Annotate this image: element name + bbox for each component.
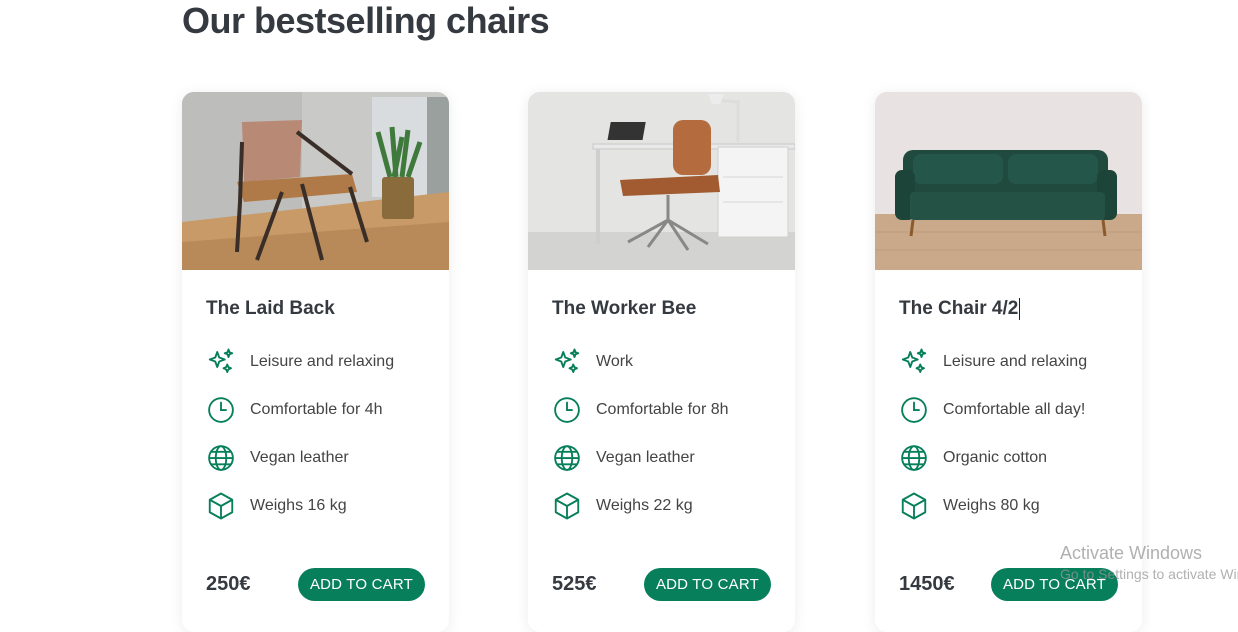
text-cursor	[1019, 298, 1021, 320]
clock-icon	[206, 395, 236, 425]
attribute-text: Organic cotton	[943, 449, 1048, 467]
attribute-text: Vegan leather	[250, 449, 349, 466]
attribute-row: Weighs 16 kg	[206, 482, 425, 530]
attribute-text: Vegan leather	[596, 449, 695, 466]
product-title: The Laid Back	[206, 298, 335, 319]
clock-icon	[552, 395, 582, 425]
attribute-row: Work	[552, 338, 771, 386]
price: 1450€	[899, 573, 955, 595]
attribute-row: Organic cotton	[899, 434, 1118, 482]
add-to-cart-button[interactable]: ADD TO CART	[297, 568, 425, 601]
product-title[interactable]: The Chair 4/2	[899, 298, 1118, 320]
clock-icon	[899, 395, 929, 425]
windows-activation-watermark: Activate Windows Go to Settings to activ…	[1060, 543, 1238, 582]
cube-icon	[552, 491, 582, 521]
price-row: 250€ ADD TO CART	[206, 568, 425, 601]
product-card: The Worker Bee Work Comfortable for 8h V…	[528, 92, 795, 632]
watermark-subtitle: Go to Settings to activate Windows.	[1060, 566, 1238, 582]
globe-icon	[206, 443, 236, 473]
price-row: 525€ ADD TO CART	[552, 568, 771, 601]
attribute-text: Comfortable for 4h	[250, 401, 383, 418]
attribute-text: Leisure and relaxing	[250, 353, 395, 370]
attribute-row: Weighs 22 kg	[552, 482, 771, 530]
attribute-text: Weighs 16 kg	[250, 497, 347, 514]
attribute-text: Weighs 22 kg	[596, 497, 693, 514]
attribute-text: Leisure and relaxing	[943, 353, 1088, 371]
attribute-row: Comfortable for 8h	[552, 386, 771, 434]
attribute-text: Weighs 80 kg	[943, 497, 1040, 515]
product-title-text: The Chair 4/2	[899, 298, 1019, 320]
attribute-row: Vegan leather	[552, 434, 771, 482]
green-sofa-image	[875, 92, 1142, 270]
sparkles-icon	[552, 347, 582, 377]
attribute-text: Work	[596, 353, 634, 370]
price: 250€	[206, 573, 251, 595]
product-card: The Laid Back Leisure and relaxing Comfo…	[182, 92, 449, 632]
add-to-cart-button[interactable]: ADD TO CART	[643, 568, 771, 601]
attribute-row: Comfortable all day!	[899, 386, 1118, 434]
price: 525€	[552, 573, 597, 595]
cube-icon	[899, 491, 929, 521]
attribute-row: Vegan leather	[206, 434, 425, 482]
attribute-text: Comfortable for 8h	[596, 401, 729, 418]
attribute-row: Leisure and relaxing	[206, 338, 425, 386]
attribute-text: Comfortable all day!	[943, 401, 1086, 419]
attribute-row: Leisure and relaxing	[899, 338, 1118, 386]
attribute-row: Weighs 80 kg	[899, 482, 1118, 530]
office-chair-image	[528, 92, 795, 270]
globe-icon	[552, 443, 582, 473]
globe-icon	[899, 443, 929, 473]
section-title: Our bestselling chairs	[182, 0, 550, 41]
cube-icon	[206, 491, 236, 521]
product-title: The Worker Bee	[552, 298, 697, 319]
sparkles-icon	[206, 347, 236, 377]
attribute-row: Comfortable for 4h	[206, 386, 425, 434]
sparkles-icon	[899, 347, 929, 377]
watermark-title: Activate Windows	[1060, 543, 1203, 563]
lounge-chair-image	[182, 92, 449, 270]
